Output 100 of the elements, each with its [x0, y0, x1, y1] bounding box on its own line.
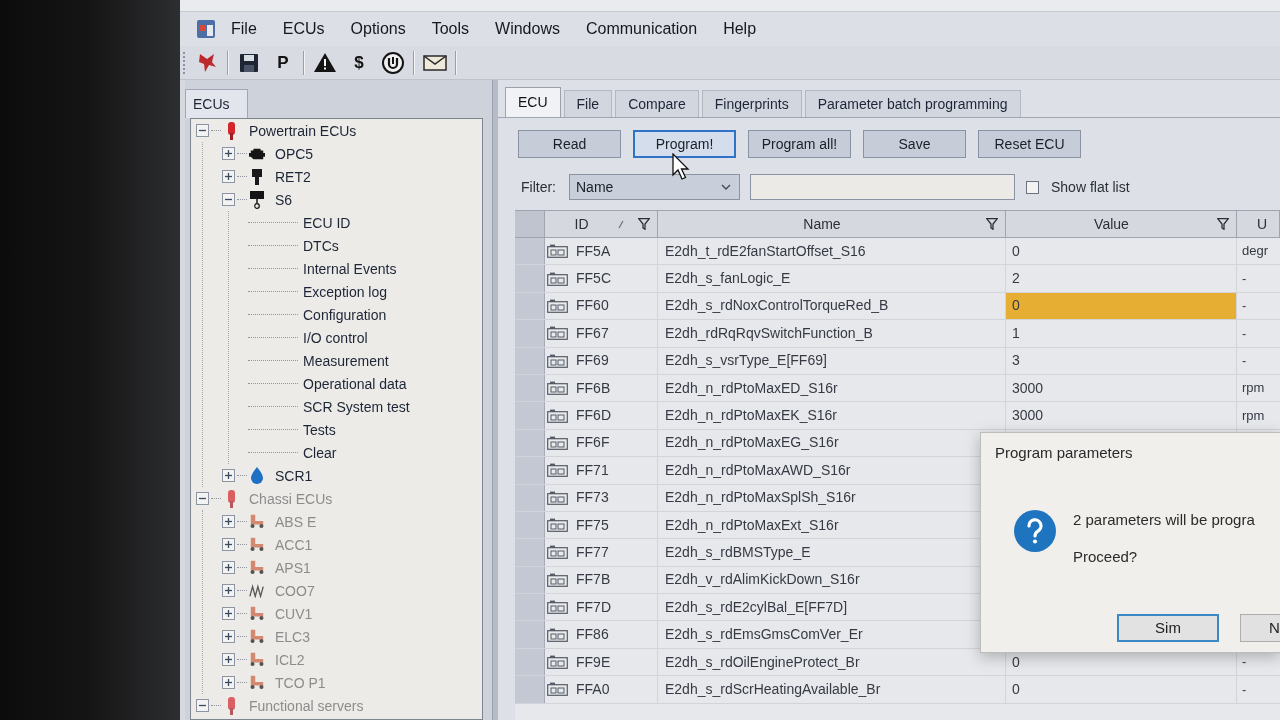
tab[interactable]: Fingerprints: [701, 90, 802, 117]
chevron-down-icon: [721, 184, 731, 190]
tree-item[interactable]: Clear: [303, 443, 337, 462]
mail-icon[interactable]: [423, 54, 447, 71]
menu-item[interactable]: Tools: [431, 18, 470, 40]
emblem-icon[interactable]: [198, 53, 216, 72]
checkbox[interactable]: [1026, 180, 1039, 194]
vehicle-icon: [249, 537, 265, 552]
filter-icon[interactable]: [986, 218, 998, 230]
table-cell-text: FF69: [576, 351, 609, 371]
tab[interactable]: ECU: [505, 87, 561, 117]
tab[interactable]: File: [563, 90, 613, 117]
table-cell-text: FF6F: [576, 433, 610, 453]
tree-item[interactable]: Operational data: [303, 374, 407, 393]
tree-item[interactable]: ECU ID: [303, 213, 351, 232]
table-cell-text: FF67: [576, 323, 609, 343]
table-cell-text: FF71: [576, 460, 609, 480]
collapse-icon[interactable]: [196, 124, 209, 137]
table-cell-text: E2dh_n_rdPtoMaxEK_S16r: [665, 406, 837, 426]
table-cell: 3000: [1006, 374, 1237, 402]
action-button[interactable]: Reset ECU: [978, 130, 1081, 158]
dialog-message: 2 parameters will be progra: [1073, 510, 1255, 530]
tree-item[interactable]: OPC5: [275, 144, 314, 163]
tree-item[interactable]: I/O control: [303, 328, 368, 347]
column-header[interactable]: ID: [545, 213, 618, 235]
tree-item[interactable]: Tests: [303, 420, 336, 439]
tab[interactable]: Parameter batch programming: [804, 90, 1021, 117]
toolbar-glyph-tool[interactable]: P: [277, 52, 289, 73]
panel-tab[interactable]: ECUs: [185, 89, 248, 118]
tree-item[interactable]: SCR1: [275, 466, 313, 485]
parameter-icon: [547, 463, 568, 478]
warning-icon[interactable]: [314, 53, 336, 72]
marker-icon: [227, 489, 235, 508]
dial-icon[interactable]: [382, 51, 404, 74]
expand-icon[interactable]: [222, 469, 235, 482]
table-cell-text: FF77: [576, 543, 609, 562]
column-header[interactable]: Name: [658, 213, 986, 235]
menu-item[interactable]: Windows: [495, 18, 560, 40]
expand-icon[interactable]: [222, 170, 235, 183]
tree-item[interactable]: DTCs: [303, 236, 339, 255]
dialog-title: Program parameters: [994, 443, 1134, 463]
drop-icon: [251, 467, 263, 484]
parameter-icon: [547, 682, 568, 697]
table-cell: 0: [1006, 238, 1237, 265]
plug-icon: [252, 168, 262, 185]
column-header[interactable]: U: [1237, 213, 1268, 235]
table-cell-text: E2dh_v_rdAlimKickDown_S16r: [665, 570, 860, 590]
action-button[interactable]: Program!: [633, 130, 736, 158]
filter-input[interactable]: [750, 174, 1015, 200]
tree-item[interactable]: Configuration: [303, 305, 387, 324]
filter-select[interactable]: Name: [569, 174, 740, 200]
menu-item[interactable]: Help: [723, 18, 757, 40]
tab[interactable]: Compare: [615, 90, 699, 117]
table-cell-text: E2dh_n_rdPtoMaxExt_S16r: [665, 515, 839, 535]
app-icon[interactable]: [197, 20, 215, 38]
table-cell-text: E2dh_s_rdBMSType_E: [665, 543, 811, 562]
engine-icon: [249, 146, 265, 161]
parameter-icon: [547, 627, 568, 642]
tree-item[interactable]: SCR System test: [303, 397, 410, 416]
table-cell-text: FF60: [576, 296, 609, 316]
table-cell-text: E2dh_s_rdNoxControlTorqueRed_B: [665, 296, 889, 316]
collapse-icon[interactable]: [222, 193, 235, 206]
checkbox-label: Show flat list: [1051, 177, 1130, 197]
tree-item[interactable]: Powertrain ECUs: [249, 121, 357, 140]
tree-item[interactable]: Internal Events: [303, 259, 397, 278]
filter-icon[interactable]: [1217, 218, 1229, 230]
menu-item[interactable]: Options: [350, 18, 406, 40]
table-cell-text: E2dh_n_rdPtoMaxEG_S16r: [665, 433, 839, 453]
filter-icon[interactable]: [638, 218, 650, 230]
dialog-button[interactable]: N: [1240, 614, 1280, 642]
menu-item[interactable]: Communication: [585, 18, 698, 40]
column-header[interactable]: Value: [1006, 213, 1217, 235]
menu-item[interactable]: ECUs: [282, 18, 325, 40]
vehicle-icon: [249, 652, 265, 667]
table-cell: 0: [1006, 292, 1237, 320]
table-cell-text: FF75: [576, 515, 609, 535]
flag-icon: [250, 190, 264, 209]
dialog-button[interactable]: Sim: [1117, 614, 1219, 642]
toolbar-glyph-tool[interactable]: $: [354, 52, 364, 73]
table-cell: 3000: [1006, 402, 1237, 429]
action-button[interactable]: Save: [863, 130, 966, 158]
table-cell-text: E2dh_s_rdOilEngineProtect_Br: [665, 652, 860, 672]
tree-item[interactable]: RET2: [275, 167, 311, 186]
table-cell-text: -: [1242, 297, 1247, 316]
table-cell-text: -: [1242, 352, 1247, 370]
question-icon: [1014, 510, 1056, 552]
table-cell-text: FF6B: [576, 378, 611, 398]
marker-icon: [227, 121, 235, 140]
tree-item[interactable]: Exception log: [303, 282, 388, 301]
menu-item[interactable]: File: [231, 18, 257, 40]
parameter-icon: [547, 298, 568, 313]
save-icon[interactable]: [240, 53, 258, 72]
tree-item[interactable]: S6: [275, 190, 293, 209]
parameter-icon: [547, 408, 568, 423]
action-button[interactable]: Read: [518, 130, 621, 158]
action-button[interactable]: Program all!: [748, 130, 851, 158]
tree-item[interactable]: Measurement: [303, 351, 389, 370]
expand-icon[interactable]: [222, 147, 235, 160]
table-cell-text: E2dh_n_rdPtoMaxSplSh_S16r: [665, 488, 856, 508]
table-cell-text: E2dh_n_rdPtoMaxED_S16r: [665, 378, 838, 398]
